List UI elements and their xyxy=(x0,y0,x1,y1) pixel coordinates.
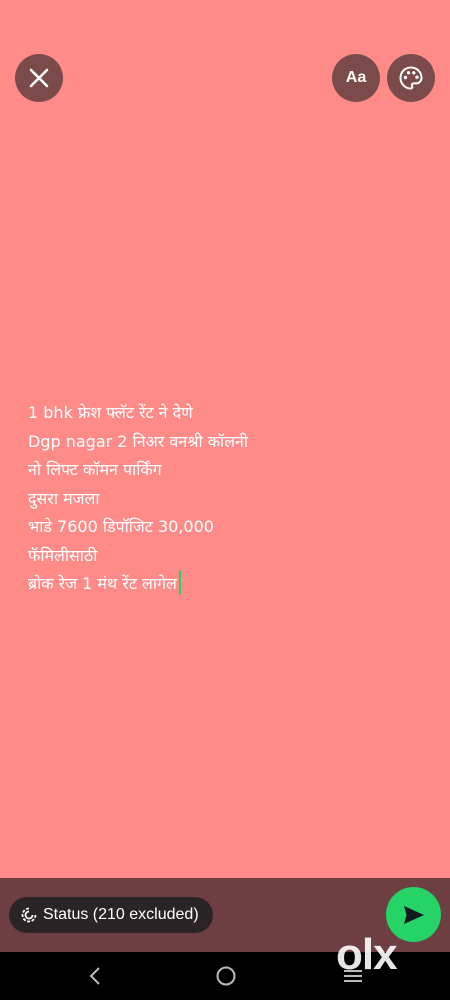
status-text-line: फॅमिलीसाठी xyxy=(28,545,98,565)
olx-watermark: olx xyxy=(336,930,398,979)
font-style-label: Aa xyxy=(345,69,367,86)
font-style-button[interactable]: Aa xyxy=(332,54,380,102)
status-text-editor[interactable]: 1 bhk फ्रेश फ्लॅट रेंट ने देणे Dgp nagar… xyxy=(28,399,428,599)
home-icon[interactable] xyxy=(214,964,238,988)
audience-icon xyxy=(21,907,37,923)
status-text-line: Dgp nagar 2 निअर वनश्री कॉलनी xyxy=(28,431,249,451)
status-text-line: भाडे 7600 डिपॉजिट 30,000 xyxy=(28,517,214,536)
status-text-line: 1 bhk फ्रेश फ्लॅट रेंट ने देणे xyxy=(28,403,193,422)
text-cursor xyxy=(178,570,181,594)
status-text-last-line: ब्रोक रेज 1 मंथ रेंट लागेल xyxy=(28,570,428,599)
status-text-line: ब्रोक रेज 1 मंथ रेंट लागेल xyxy=(28,574,177,593)
status-text-line: दुसरा मजला xyxy=(28,488,100,508)
back-icon[interactable] xyxy=(88,964,102,988)
status-audience-button[interactable]: Status (210 excluded) xyxy=(9,897,213,933)
status-audience-label: Status (210 excluded) xyxy=(43,906,199,923)
status-text-line: नो लिफ्ट कॉमन पार्किंग xyxy=(28,460,162,479)
palette-icon xyxy=(399,66,423,90)
close-icon xyxy=(29,68,49,88)
color-palette-button[interactable] xyxy=(387,54,435,102)
close-button[interactable] xyxy=(15,54,63,102)
send-icon xyxy=(403,905,424,924)
